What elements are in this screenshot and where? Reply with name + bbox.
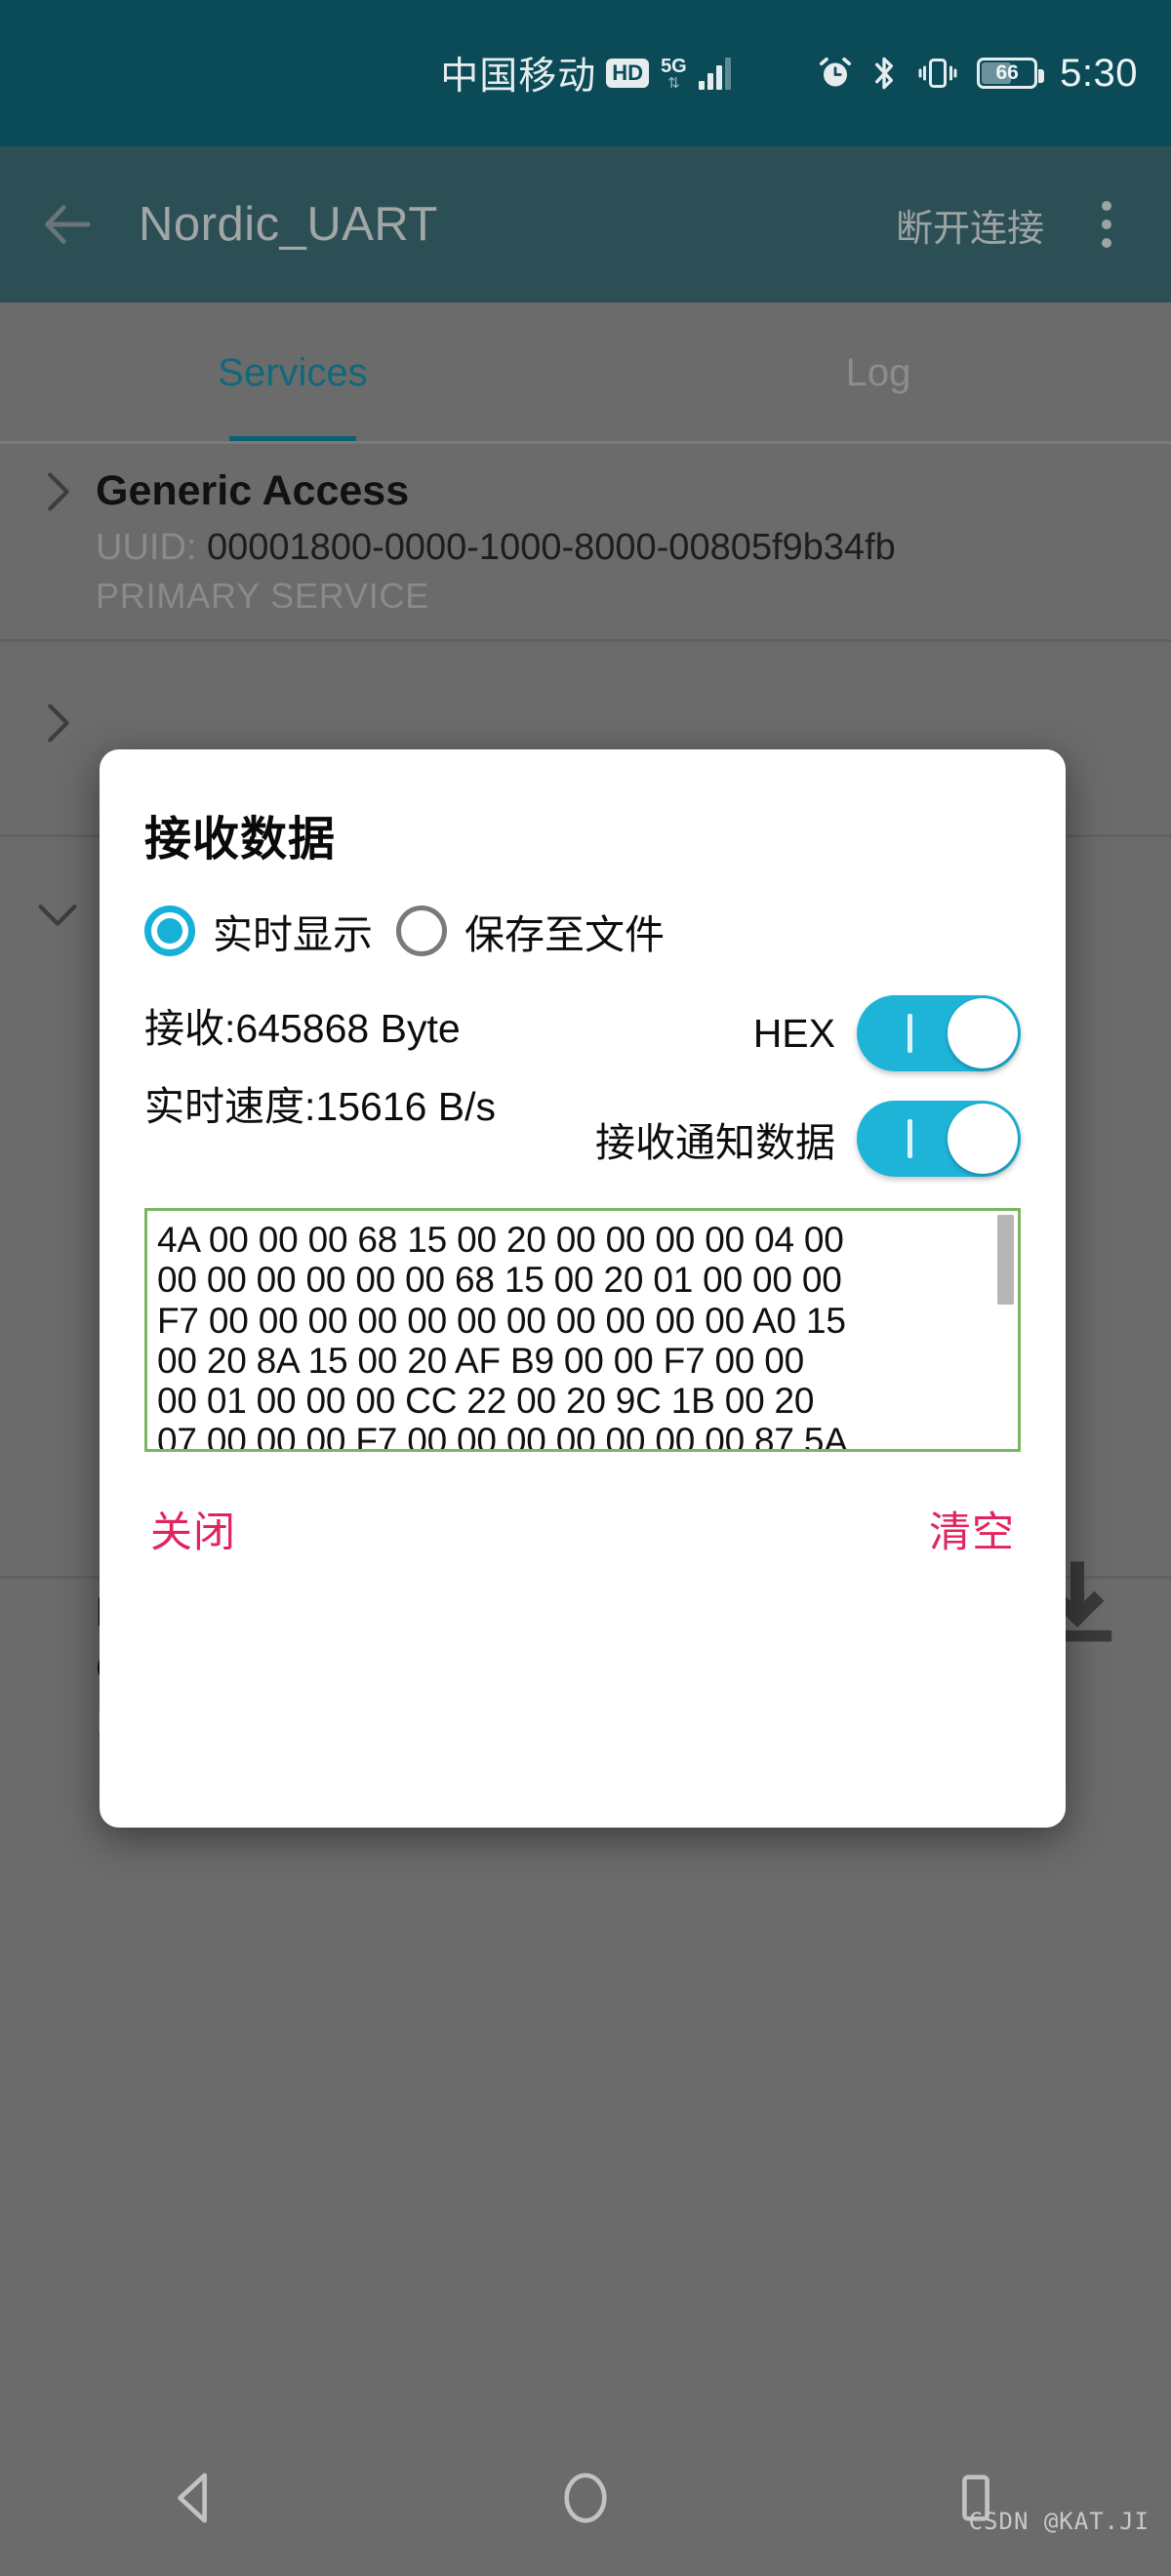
back-arrow-icon[interactable] (37, 194, 98, 255)
receive-data-dialog: 接收数据 实时显示 保存至文件 接收:645868 Byte 实时速度:1561… (100, 749, 1066, 1828)
hex-scrollbar-thumb[interactable] (997, 1215, 1014, 1305)
notify-toggle-knob (948, 1104, 1018, 1174)
vibrate-icon (915, 56, 960, 91)
service-uuid-label: UUID: (96, 527, 196, 568)
hex-line: 4A 00 00 00 68 15 00 20 00 00 00 00 04 0… (157, 1220, 1004, 1260)
chevron-right-icon[interactable] (31, 465, 84, 518)
hex-line: F7 00 00 00 00 00 00 00 00 00 00 00 A0 1… (157, 1301, 1004, 1341)
data-transfer-icon: ⇅ (667, 76, 680, 91)
clock-label: 5:30 (1060, 52, 1138, 96)
phone-screen: 中国移动 HD 5G ⇅ (0, 0, 1171, 2576)
disconnect-button[interactable]: 断开连接 (896, 198, 1044, 252)
hex-toggle-label: HEX (753, 1011, 835, 1057)
kebab-menu-icon[interactable] (1079, 201, 1134, 248)
status-bar-center: 中国移动 HD 5G ⇅ (440, 46, 730, 101)
radio-unselected-icon[interactable] (396, 906, 447, 956)
chevron-down-icon[interactable] (31, 888, 84, 941)
stats-area: 接收:645868 Byte 实时速度:15616 B/s HEX 接收通知数据 (144, 995, 1021, 1181)
page-title: Nordic_UART (139, 197, 438, 252)
notify-toggle-label: 接收通知数据 (595, 1109, 835, 1168)
nav-recents-icon[interactable] (922, 2444, 1030, 2552)
radio-realtime-label: 实时显示 (213, 902, 373, 960)
watermark-label: CSDN @KAT.JI (969, 2508, 1150, 2535)
service-uuid: UUID: 00001800-0000-1000-8000-00805f9b34… (96, 524, 1132, 572)
service-name: Generic Access (96, 465, 1132, 518)
battery-icon: 66 (977, 58, 1037, 89)
app-bar: Nordic_UART 断开连接 (0, 146, 1171, 302)
dialog-actions: 关闭 清空 (144, 1499, 1021, 1559)
status-bar: 中国移动 HD 5G ⇅ (0, 0, 1171, 146)
nav-back-icon[interactable] (141, 2444, 249, 2552)
mode-radio-group: 实时显示 保存至文件 (144, 902, 1021, 960)
notify-toggle-row: 接收通知数据 (595, 1101, 1021, 1177)
radio-realtime-display[interactable]: 实时显示 (144, 902, 373, 960)
radio-savefile-label: 保存至文件 (464, 902, 665, 960)
list-item[interactable]: Generic Access UUID: 00001800-0000-1000-… (0, 444, 1171, 642)
tab-bar: Services Log (0, 302, 1171, 444)
notify-toggle-tick-icon (908, 1119, 912, 1158)
hex-toggle-knob (948, 998, 1018, 1068)
chevron-right-icon[interactable] (31, 697, 84, 749)
network-type-label: 5G (661, 57, 687, 76)
hex-line: 00 00 00 00 00 00 68 15 00 20 01 00 00 0… (157, 1260, 1004, 1300)
hd-badge-icon: HD (606, 59, 649, 88)
radio-save-to-file[interactable]: 保存至文件 (396, 902, 665, 960)
hex-toggle-tick-icon (908, 1014, 912, 1053)
bluetooth-icon (869, 55, 899, 92)
navigation-bar (0, 2420, 1171, 2576)
tab-log[interactable]: Log (586, 302, 1171, 444)
alarm-icon (818, 56, 853, 91)
service-uuid-value: 00001800-0000-1000-8000-00805f9b34fb (207, 527, 896, 568)
tab-services[interactable]: Services (0, 302, 586, 444)
nav-home-icon[interactable] (532, 2444, 639, 2552)
close-button[interactable]: 关闭 (150, 1499, 236, 1559)
hex-toggle-row: HEX (753, 995, 1021, 1071)
hex-toggle-switch[interactable] (857, 995, 1021, 1071)
service-type: PRIMARY SERVICE (96, 576, 1132, 617)
service-details: Generic Access UUID: 00001800-0000-1000-… (0, 465, 1171, 617)
hex-line: 00 01 00 00 00 CC 22 00 20 9C 1B 00 20 (157, 1381, 1004, 1421)
signal-bars-icon (699, 57, 731, 90)
clear-button[interactable]: 清空 (929, 1499, 1015, 1559)
hex-data-textarea[interactable]: 4A 00 00 00 68 15 00 20 00 00 00 00 04 0… (144, 1208, 1021, 1452)
status-bar-right: 66 5:30 (731, 52, 1138, 96)
hex-line: 07 00 00 00 F7 00 00 00 00 00 00 00 87 5… (157, 1421, 1004, 1452)
carrier-label: 中国移动 (440, 46, 596, 101)
notify-toggle-switch[interactable] (857, 1101, 1021, 1177)
dialog-title: 接收数据 (144, 800, 1021, 868)
network-indicator: 5G ⇅ (661, 57, 687, 91)
radio-selected-icon[interactable] (144, 906, 195, 956)
hex-line: 00 20 8A 15 00 20 AF B9 00 00 F7 00 00 (157, 1341, 1004, 1381)
battery-percent-label: 66 (995, 61, 1018, 85)
